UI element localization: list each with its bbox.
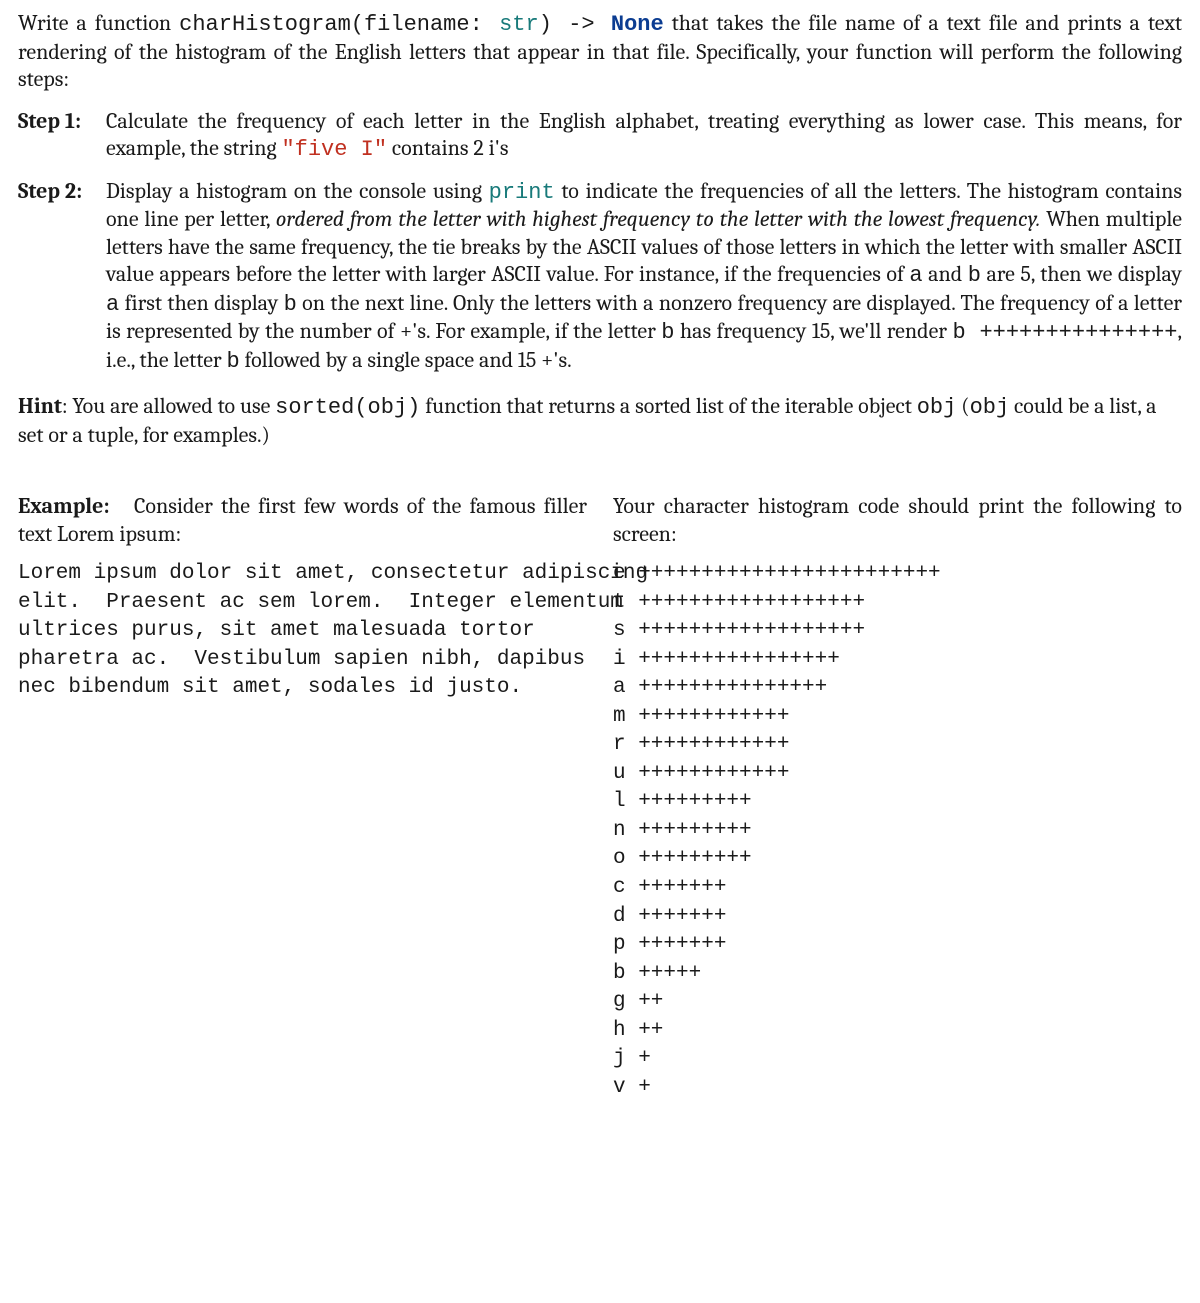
step2-tt-b3: b [661, 320, 674, 345]
step1-row: Step 1: Calculate the frequency of each … [18, 108, 1182, 164]
step2-text-a: Display a histogram on the console using [106, 178, 489, 204]
sig-type: str [499, 12, 539, 37]
step2-label: Step 2: [18, 178, 106, 376]
example-left-col: Example: Consider the first few words of… [18, 493, 587, 1102]
hint-obj2: obj [970, 395, 1010, 420]
step2-body: Display a histogram on the console using… [106, 178, 1182, 376]
intro-pre: Write a function [18, 10, 179, 36]
example-right-code: e ++++++++++++++++++++++++ t +++++++++++… [613, 560, 1182, 1102]
step2-tt-a2: a [106, 292, 119, 317]
step2-tt-b: b [968, 263, 981, 288]
step1-code: "five I" [281, 137, 387, 162]
step2-text-h: has frequency 15, we'll render [675, 318, 953, 344]
step1-text-b: contains 2 i's [387, 135, 508, 161]
example-left-code: Lorem ipsum dolor sit amet, consectetur … [18, 560, 587, 703]
sig-name: charHistogram(filename: [179, 12, 499, 37]
step1-body: Calculate the frequency of each letter i… [106, 108, 1182, 164]
step2-tt-b4: b [226, 349, 239, 374]
step2-tt-b2: b [284, 292, 297, 317]
step2-print: print [489, 180, 555, 205]
step1-text-a: Calculate the frequency of each letter i… [106, 108, 1182, 162]
hint-paragraph: Hint: You are allowed to use sorted(obj)… [18, 393, 1182, 449]
hint-text-c: ( [956, 393, 969, 419]
step2-tt-a: a [909, 263, 922, 288]
example-right-intro: Your character histogram code should pri… [613, 493, 1182, 548]
example-columns: Example: Consider the first few words of… [18, 493, 1182, 1102]
hint-text-a: : You are allowed to use [62, 393, 275, 419]
step2-tt-render: b +++++++++++++++ [952, 320, 1177, 345]
sig-return: None [611, 12, 664, 37]
step2-row: Step 2: Display a histogram on the conso… [18, 178, 1182, 376]
hint-text-b: function that returns a sorted list of t… [420, 393, 916, 419]
intro-paragraph: Write a function charHistogram(filename:… [18, 10, 1182, 94]
example-right-col: Your character histogram code should pri… [613, 493, 1182, 1102]
step1-label: Step 1: [18, 108, 106, 164]
hint-sorted: sorted(obj) [275, 395, 420, 420]
step2-text-d: and [923, 261, 968, 287]
step2-italic: ordered from the letter with highest fre… [276, 206, 1041, 232]
example-label: Example: [18, 493, 110, 519]
example-left-intro: Example: Consider the first few words of… [18, 493, 587, 548]
sig-paren: ) [539, 12, 569, 37]
example-right-text: Your character histogram code should pri… [613, 493, 1182, 547]
step2-text-j: followed by a single space and 15 +'s. [240, 347, 572, 373]
sig-arrow: -> [568, 12, 611, 37]
hint-obj: obj [917, 395, 957, 420]
step2-text-f: first then display [119, 290, 283, 316]
hint-label: Hint [18, 393, 62, 419]
step2-text-e: are 5, then we display [981, 261, 1182, 287]
